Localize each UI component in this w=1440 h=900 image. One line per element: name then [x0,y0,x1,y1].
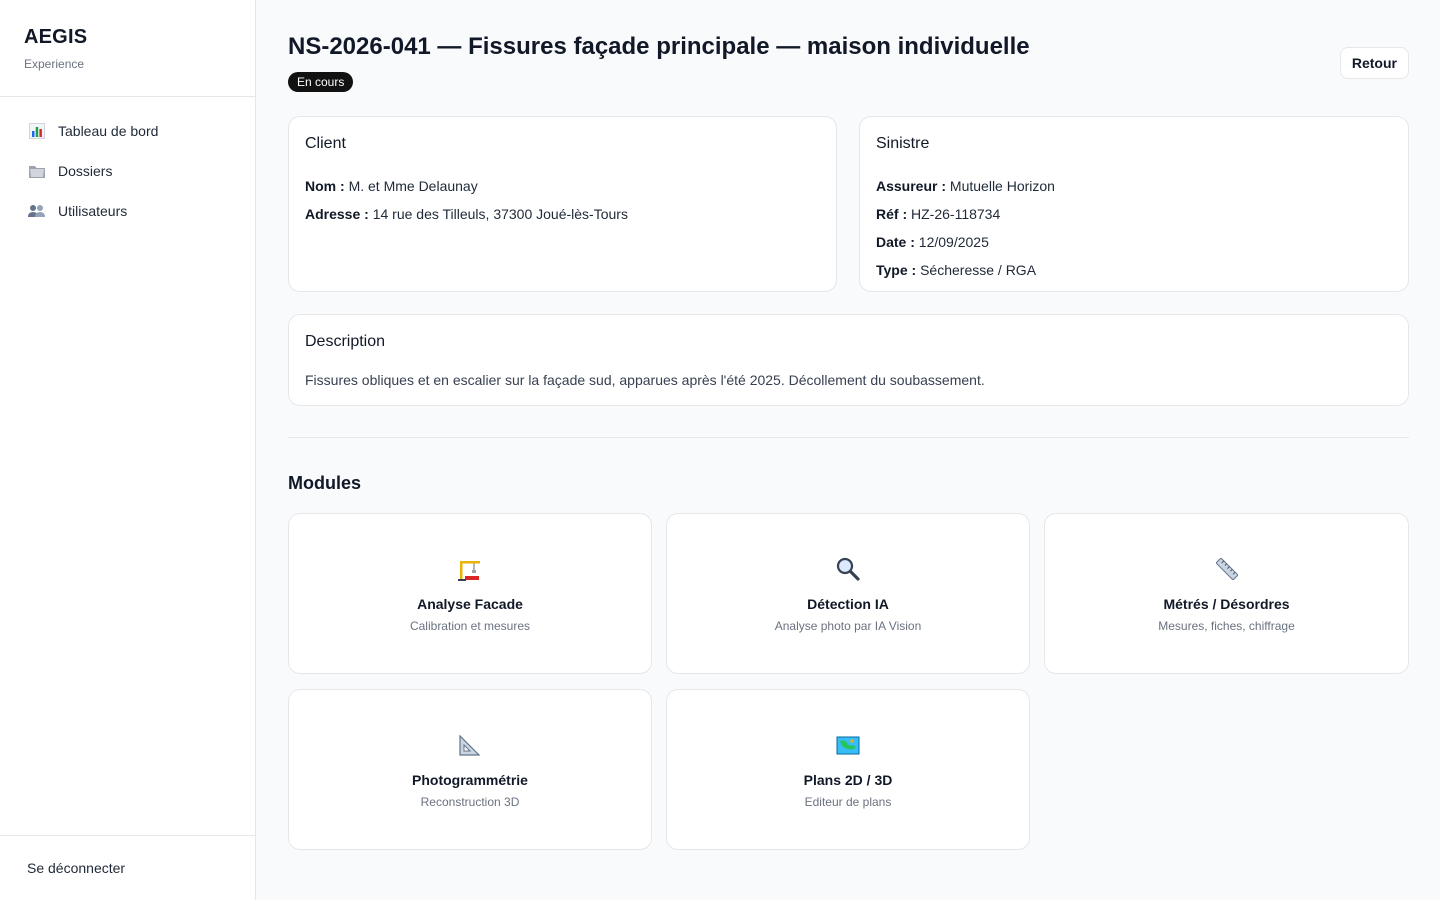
module-name: Métrés / Désordres [1163,596,1290,612]
client-card-title: Client [305,135,346,152]
module-metres-desordres[interactable]: Métrés / Désordres Mesures, fiches, chif… [1044,513,1409,674]
sinistre-type: Sécheresse / RGA [920,262,1037,278]
sinistre-ref-row: Réf : HZ-26-118734 [876,200,1408,228]
sidebar-item-label: Utilisateurs [58,203,128,219]
map-icon [667,732,1029,758]
logout-button[interactable]: Se déconnecter [0,835,255,900]
client-adresse: 14 rue des Tilleuls, 37300 Joué-lès-Tour… [372,206,628,222]
brand-subtitle: Experience [24,57,85,71]
sinistre-card: Sinistre Assureur : Mutuelle Horizon Réf… [859,116,1409,292]
sinistre-card-title: Sinistre [876,135,930,152]
sidebar-item-label: Dossiers [58,163,113,179]
folder-icon [27,162,47,180]
brand-name: AEGIS [24,26,88,48]
sidebar-nav: Tableau de bord Dossiers Utilisateurs [0,97,255,231]
client-nom: M. et Mme Delaunay [348,178,478,194]
module-photogrammetrie[interactable]: Photogrammétrie Reconstruction 3D [288,689,652,850]
description-card: Description Fissures obliques et en esca… [288,314,1409,406]
field-label: Assureur : [876,178,947,194]
sidebar: AEGIS Experience Tableau de bord Dossier… [0,0,256,900]
module-desc: Mesures, fiches, chiffrage [1158,619,1295,633]
module-desc: Analyse photo par IA Vision [774,619,922,633]
field-label: Date : [876,234,915,250]
module-detection-ia[interactable]: Détection IA Analyse photo par IA Vision [666,513,1030,674]
module-name: Analyse Facade [417,596,523,612]
sinistre-date-row: Date : 12/09/2025 [876,228,1408,256]
field-label: Nom : [305,178,345,194]
sinistre-assureur-row: Assureur : Mutuelle Horizon [876,172,1408,200]
bar-chart-icon [27,122,47,140]
sinistre-date: 12/09/2025 [918,234,989,250]
description-text: Fissures obliques et en escalier sur la … [305,372,985,388]
field-label: Adresse : [305,206,369,222]
back-button[interactable]: Retour [1339,47,1409,79]
field-label: Réf : [876,206,908,222]
status-badge: En cours [288,72,354,92]
section-divider [288,437,1409,438]
page-header: NS-2026-041 — Fissures façade principale… [288,0,1409,116]
module-plans-2d-3d[interactable]: Plans 2D / 3D Editeur de plans [666,689,1030,850]
description-card-title: Description [305,333,386,350]
sidebar-item-utilisateurs[interactable]: Utilisateurs [0,191,255,231]
client-nom-row: Nom : M. et Mme Delaunay [305,172,836,200]
module-name: Plans 2D / 3D [803,772,893,788]
triangle-ruler-icon [289,732,651,758]
modules-title: Modules [288,473,362,493]
page-title: NS-2026-041 — Fissures façade principale… [288,33,1030,60]
module-name: Photogrammétrie [412,772,528,788]
module-desc: Editeur de plans [804,795,892,809]
magnifier-icon [667,556,1029,582]
users-icon [27,202,47,220]
client-card: Client Nom : M. et Mme Delaunay Adresse … [288,116,837,292]
sidebar-item-tableau-de-bord[interactable]: Tableau de bord [0,111,255,151]
field-label: Type : [876,262,917,278]
brand: AEGIS Experience [0,0,255,97]
module-desc: Reconstruction 3D [420,795,520,809]
sinistre-type-row: Type : Sécheresse / RGA [876,256,1408,284]
sinistre-ref: HZ-26-118734 [911,206,1001,222]
ruler-icon [1045,556,1408,582]
module-name: Détection IA [807,596,889,612]
sinistre-assureur: Mutuelle Horizon [949,178,1055,194]
crane-icon [289,556,651,582]
sidebar-item-dossiers[interactable]: Dossiers [0,151,255,191]
module-desc: Calibration et mesures [409,619,531,633]
module-analyse-facade[interactable]: Analyse Facade Calibration et mesures [288,513,652,674]
sidebar-item-label: Tableau de bord [58,123,159,139]
client-adresse-row: Adresse : 14 rue des Tilleuls, 37300 Jou… [305,200,836,228]
main-content: NS-2026-041 — Fissures façade principale… [288,0,1409,850]
